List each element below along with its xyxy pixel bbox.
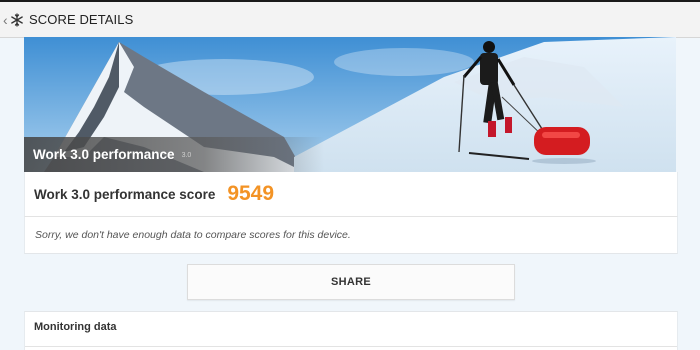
benchmark-version: 3.0 bbox=[181, 152, 192, 159]
score-label: Work 3.0 performance score bbox=[34, 186, 216, 202]
comparison-note-row: Sorry, we don't have enough data to comp… bbox=[24, 217, 678, 254]
snowflake-logo-icon bbox=[11, 12, 23, 27]
monitoring-title[interactable]: Monitoring data bbox=[34, 321, 117, 333]
score-row: Work 3.0 performance score 9549 bbox=[24, 172, 678, 217]
app-bar: ‹ SCORE DETAILS bbox=[0, 2, 700, 38]
comparison-note: Sorry, we don't have enough data to comp… bbox=[35, 229, 351, 241]
score-value: 9549 bbox=[227, 182, 275, 205]
monitoring-section: Monitoring data bbox=[24, 311, 678, 350]
hero-banner: Work 3.0 performance 3.0 bbox=[24, 37, 676, 172]
hero-caption: Work 3.0 performance 3.0 bbox=[24, 137, 324, 172]
divider bbox=[25, 346, 677, 347]
chevron-left-icon[interactable]: ‹ bbox=[3, 13, 9, 27]
page-title: SCORE DETAILS bbox=[29, 12, 134, 27]
share-button[interactable]: SHARE bbox=[187, 264, 515, 300]
benchmark-title: Work 3.0 performance bbox=[33, 147, 175, 162]
